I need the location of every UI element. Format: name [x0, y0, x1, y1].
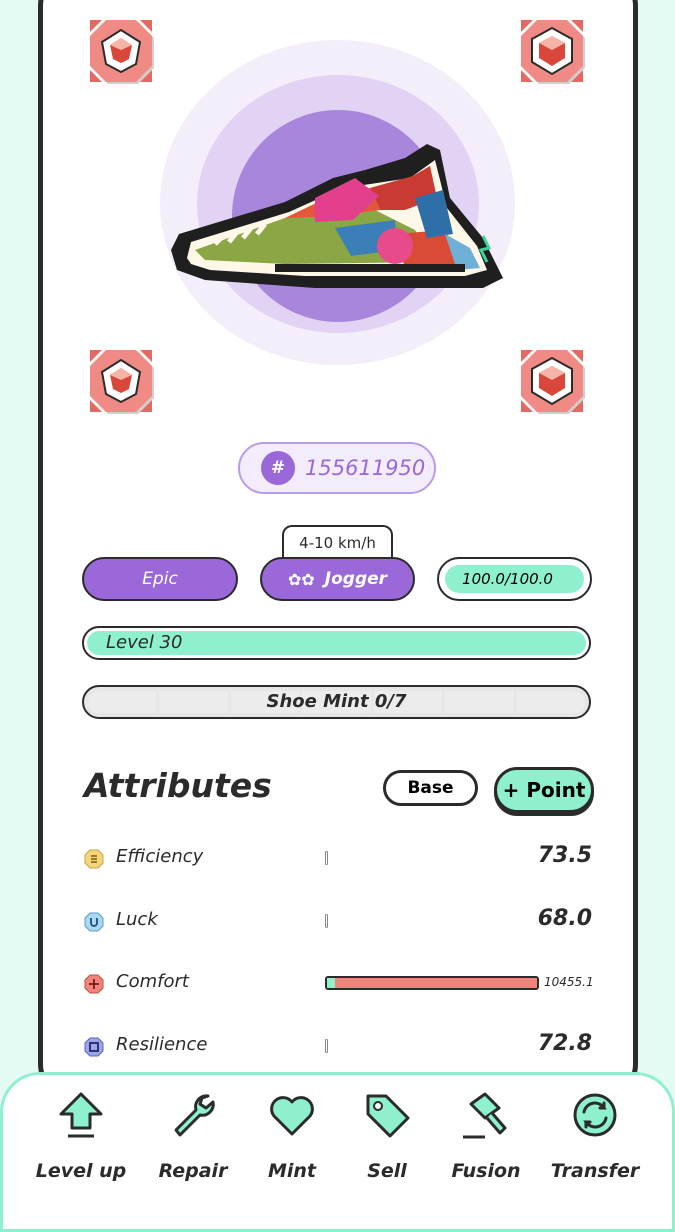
sneaker-image: [171, 144, 503, 288]
gem-socket-bottom-left[interactable]: [88, 348, 158, 418]
transfer-icon: [573, 1093, 617, 1137]
attribute-row-efficiency: Efficiency 73.5: [84, 843, 594, 873]
comfort-icon: [84, 974, 104, 994]
hash-icon: #: [261, 451, 295, 485]
gem-icon: [90, 350, 154, 414]
attribute-row-luck: Luck 68.0: [84, 906, 594, 936]
rarity-badge: Epic: [82, 557, 238, 601]
add-point-button[interactable]: + Point: [494, 767, 594, 813]
base-button-label: Base: [407, 778, 454, 798]
nav-repair[interactable]: Repair: [143, 1090, 243, 1190]
wrench-icon: [174, 1094, 215, 1137]
heart-icon: [270, 1096, 314, 1136]
type-badge[interactable]: ✿✿ Jogger: [260, 557, 415, 601]
level-bar: Level 30: [82, 626, 591, 660]
attribute-bar: [325, 1039, 328, 1053]
nav-sell[interactable]: Sell: [337, 1090, 437, 1190]
attribute-name: Efficiency: [116, 846, 204, 867]
attribute-name: Resilience: [116, 1034, 208, 1055]
gem-icon: [521, 20, 585, 84]
gem-socket-top-left[interactable]: [88, 18, 158, 88]
nav-transfer[interactable]: Transfer: [545, 1090, 645, 1190]
luck-icon: [84, 912, 104, 932]
attribute-row-comfort: Comfort 10455.1: [84, 968, 594, 998]
attribute-value: 73.5: [537, 843, 592, 868]
efficiency-icon: [84, 849, 104, 869]
nav-label: Transfer: [550, 1160, 640, 1182]
gem-socket-bottom-right[interactable]: [519, 348, 589, 418]
hammer-icon: [463, 1092, 507, 1139]
type-label: Jogger: [324, 569, 388, 589]
durability-value: 100.0/100.0: [462, 570, 553, 588]
attribute-value: 10455.1: [544, 975, 594, 989]
gem-icon: [521, 350, 585, 414]
attribute-row-resilience: Resilience 72.8: [84, 1031, 594, 1061]
attribute-name: Luck: [116, 909, 158, 930]
attribute-bar: [325, 914, 328, 928]
rarity-label: Epic: [142, 569, 178, 589]
resilience-icon: [84, 1037, 104, 1057]
comfort-bar: [325, 976, 539, 990]
tag-icon: [366, 1094, 410, 1138]
level-up-icon: [59, 1092, 103, 1138]
comfort-bar-fill: [327, 978, 537, 988]
shoe-mint-bar: Shoe Mint 0/7: [82, 685, 591, 719]
nav-fusion[interactable]: Fusion: [436, 1090, 536, 1190]
speed-range-label: 4-10 km/h: [282, 525, 393, 559]
shoe-mint-label: Shoe Mint 0/7: [266, 691, 407, 712]
nav-mint[interactable]: Mint: [242, 1090, 342, 1190]
nav-label: Mint: [267, 1160, 317, 1182]
durability-bar: 100.0/100.0: [437, 557, 592, 601]
nav-label: Level up: [35, 1160, 127, 1182]
comfort-bar-base: [327, 978, 335, 988]
add-point-button-label: + Point: [502, 778, 586, 802]
nav-label: Fusion: [451, 1160, 521, 1182]
attributes-title: Attributes: [84, 766, 272, 805]
gem-icon: [90, 20, 154, 84]
nav-label: Repair: [158, 1160, 228, 1182]
sneaker-id-badge: # 155611950: [238, 442, 436, 494]
nav-level-up[interactable]: Level up: [31, 1090, 131, 1190]
attribute-bar: [325, 851, 328, 865]
gem-socket-top-right[interactable]: [519, 18, 589, 88]
attribute-value: 72.8: [537, 1031, 592, 1056]
attribute-name: Comfort: [116, 971, 189, 992]
sneaker-id-number: 155611950: [305, 456, 426, 480]
attribute-value: 68.0: [537, 906, 592, 931]
base-button[interactable]: Base: [383, 770, 478, 806]
nav-label: Sell: [367, 1160, 407, 1182]
footprints-icon: ✿✿: [287, 569, 315, 589]
level-label: Level 30: [106, 632, 183, 653]
